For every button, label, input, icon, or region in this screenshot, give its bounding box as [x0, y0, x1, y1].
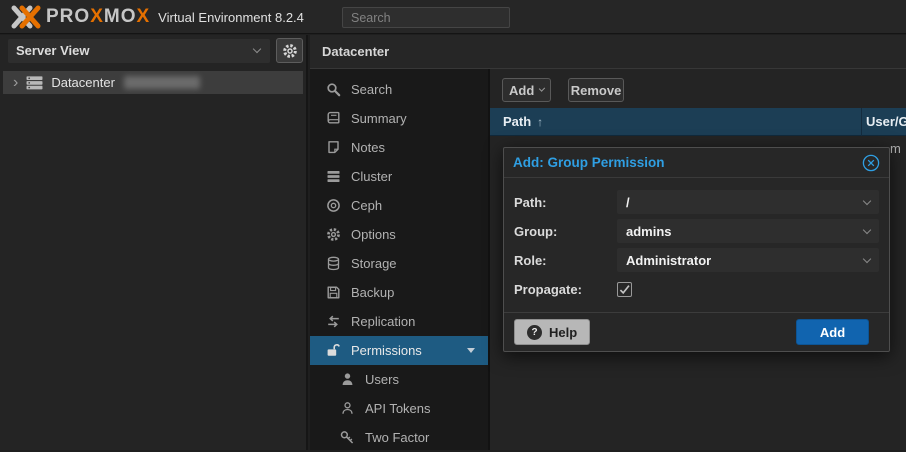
redacted-node-name [124, 76, 200, 89]
search-input[interactable] [342, 7, 510, 28]
summary-icon [326, 111, 341, 126]
menu-item-api-tokens[interactable]: API Tokens [310, 394, 488, 423]
menu-item-summary[interactable]: Summary [310, 104, 488, 133]
cluster-icon [326, 169, 341, 184]
table-header: Path↑ User/Group [490, 108, 906, 136]
view-selector[interactable]: Server View [8, 39, 270, 63]
menu-item-backup[interactable]: Backup [310, 278, 488, 307]
version-label: Virtual Environment 8.2.4 [158, 10, 304, 25]
dialog-title: Add: Group Permission [513, 155, 665, 170]
column-header-user-group[interactable]: User/Group [866, 114, 906, 129]
add-button[interactable]: Add [502, 78, 551, 102]
group-field-label: Group: [514, 224, 617, 239]
chevron-down-icon [863, 196, 871, 204]
dialog-add-button[interactable]: Add [796, 319, 869, 345]
remove-button[interactable]: Remove [568, 78, 624, 102]
options-gear-icon [326, 227, 341, 242]
storage-icon [326, 256, 341, 271]
panel-header-title: Datacenter [322, 44, 389, 59]
tree-settings-button[interactable] [276, 38, 303, 63]
proxmox-logo[interactable]: PROXMOX Virtual Environment 8.2.4 [8, 4, 304, 30]
view-selector-label: Server View [16, 43, 89, 58]
column-divider[interactable] [861, 108, 862, 136]
expand-chevron-icon[interactable]: › [13, 75, 18, 91]
proxmox-x-logo-icon [8, 4, 44, 30]
panel-header: Datacenter [310, 35, 906, 69]
menu-item-replication[interactable]: Replication [310, 307, 488, 336]
close-icon[interactable] [862, 154, 880, 172]
dialog-body: Path: / Group: admins Role: Administrato… [504, 178, 889, 301]
collapse-caret-icon[interactable] [467, 348, 475, 353]
question-icon: ? [527, 325, 542, 340]
menu-item-cluster[interactable]: Cluster [310, 162, 488, 191]
role-combo[interactable]: Administrator [617, 248, 879, 272]
menu-item-notes[interactable]: Notes [310, 133, 488, 162]
role-field-label: Role: [514, 253, 617, 268]
backup-floppy-icon [326, 285, 341, 300]
help-button[interactable]: ? Help [514, 319, 590, 345]
path-combo[interactable]: / [617, 190, 879, 214]
api-tokens-icon [340, 401, 355, 416]
checkmark-icon [618, 283, 631, 296]
tree-item-datacenter[interactable]: › Datacenter [3, 71, 303, 94]
dialog-title-bar: Add: Group Permission [504, 148, 889, 178]
chevron-down-icon [539, 85, 545, 91]
proxmox-wordmark: PROXMOX [46, 6, 150, 28]
path-field-label: Path: [514, 195, 617, 210]
propagate-checkbox[interactable] [617, 282, 632, 297]
menu-item-options[interactable]: Options [310, 220, 488, 249]
datacenter-menu: Search Summary Notes Cluster Ceph Option… [310, 69, 490, 450]
table-row-partial-text: m [890, 141, 901, 156]
tree-toolbar: Server View [0, 35, 306, 63]
column-header-path[interactable]: Path↑ [503, 114, 543, 129]
ceph-icon [326, 198, 341, 213]
permissions-unlock-icon [326, 343, 341, 358]
datacenter-icon [26, 75, 43, 91]
gear-icon [282, 43, 298, 59]
menu-item-ceph[interactable]: Ceph [310, 191, 488, 220]
menu-item-permissions[interactable]: Permissions [310, 336, 488, 365]
propagate-field-label: Propagate: [514, 282, 617, 297]
sort-ascending-icon: ↑ [537, 115, 543, 129]
menu-item-storage[interactable]: Storage [310, 249, 488, 278]
chevron-down-icon [253, 45, 261, 53]
two-factor-key-icon [340, 430, 355, 445]
menu-item-users[interactable]: Users [310, 365, 488, 394]
users-icon [340, 372, 355, 387]
add-group-permission-dialog: Add: Group Permission Path: / Group: adm… [503, 147, 890, 352]
dialog-footer: ? Help Add [504, 312, 889, 351]
search-icon [326, 82, 341, 97]
top-bar: PROXMOX Virtual Environment 8.2.4 [0, 0, 906, 34]
resource-tree-panel: Server View › Datacenter [0, 35, 308, 450]
menu-item-two-factor[interactable]: Two Factor [310, 423, 488, 452]
chevron-down-icon [863, 254, 871, 262]
tree-item-label: Datacenter [51, 75, 115, 90]
group-combo[interactable]: admins [617, 219, 879, 243]
chevron-down-icon [863, 225, 871, 233]
replication-arrows-icon [326, 314, 341, 329]
notes-icon [326, 140, 341, 155]
menu-item-search[interactable]: Search [310, 75, 488, 104]
